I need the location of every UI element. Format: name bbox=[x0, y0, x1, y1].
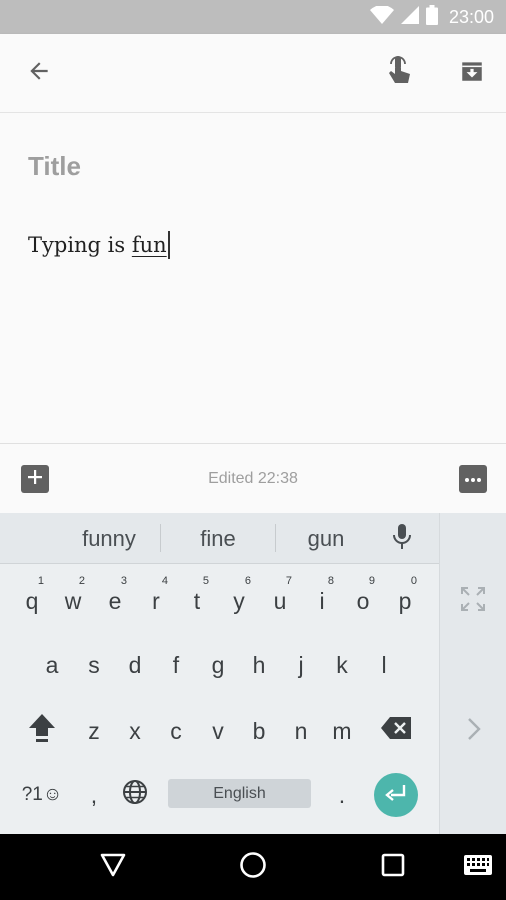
nav-recents-button[interactable] bbox=[374, 848, 412, 886]
suggestion-1[interactable]: funny bbox=[48, 513, 170, 563]
note-body-composing-word: fun bbox=[131, 233, 167, 257]
keyboard-main: funny fine gun 1q 2w 3e 4r 5t 6y 7u 8i 9… bbox=[0, 513, 439, 834]
space-bar[interactable]: English bbox=[168, 779, 311, 808]
note-editor: Title Typing is fun bbox=[0, 113, 506, 443]
key-x[interactable]: x bbox=[115, 701, 155, 761]
key-z[interactable]: z bbox=[74, 701, 114, 761]
key-g[interactable]: g bbox=[198, 635, 238, 695]
key-i[interactable]: 8i bbox=[302, 571, 342, 631]
wifi-icon bbox=[369, 4, 394, 29]
backspace-icon bbox=[381, 717, 411, 745]
globe-icon bbox=[122, 779, 148, 811]
edited-timestamp: Edited 22:38 bbox=[208, 470, 298, 487]
nav-keyboard-switch-button[interactable] bbox=[459, 848, 497, 886]
status-time: 23:00 bbox=[448, 6, 494, 27]
comma-key[interactable]: , bbox=[74, 765, 114, 825]
language-switch-key[interactable] bbox=[115, 765, 155, 825]
reminder-gesture-button[interactable] bbox=[380, 54, 418, 92]
key-c[interactable]: c bbox=[156, 701, 196, 761]
key-q[interactable]: 1q bbox=[12, 571, 52, 631]
suggestion-strip: funny fine gun bbox=[0, 513, 439, 564]
note-title-field[interactable]: Title bbox=[28, 151, 81, 182]
text-cursor bbox=[167, 231, 170, 259]
navigation-bar bbox=[0, 834, 506, 900]
nav-home-button[interactable] bbox=[234, 848, 272, 886]
key-r[interactable]: 4r bbox=[136, 571, 176, 631]
key-e[interactable]: 3e bbox=[95, 571, 135, 631]
keyboard-side-panel bbox=[439, 513, 506, 834]
home-circle-icon bbox=[239, 851, 267, 884]
key-u[interactable]: 7u bbox=[260, 571, 300, 631]
shift-arrow-icon bbox=[28, 712, 56, 750]
chevron-right-icon bbox=[467, 717, 481, 746]
enter-key[interactable] bbox=[374, 773, 418, 817]
period-key[interactable]: . bbox=[322, 765, 362, 825]
key-a[interactable]: a bbox=[32, 635, 72, 695]
expand-keyboard-button[interactable] bbox=[457, 585, 489, 617]
microphone-icon bbox=[392, 523, 412, 556]
key-w[interactable]: 2w bbox=[53, 571, 93, 631]
key-h[interactable]: h bbox=[239, 635, 279, 695]
touch-gesture-icon bbox=[386, 55, 412, 91]
signal-icon bbox=[400, 5, 419, 29]
key-o[interactable]: 9o bbox=[343, 571, 383, 631]
note-body-text: Typing is bbox=[28, 233, 132, 257]
key-l[interactable]: l bbox=[364, 635, 404, 695]
key-y[interactable]: 6y bbox=[219, 571, 259, 631]
key-b[interactable]: b bbox=[239, 701, 279, 761]
key-d[interactable]: d bbox=[115, 635, 155, 695]
note-body-field[interactable]: Typing is fun bbox=[28, 231, 170, 259]
enter-return-icon bbox=[384, 784, 408, 807]
key-v[interactable]: v bbox=[198, 701, 238, 761]
backspace-key[interactable] bbox=[374, 701, 418, 761]
back-triangle-icon bbox=[100, 853, 126, 882]
key-t[interactable]: 5t bbox=[177, 571, 217, 631]
nav-back-button[interactable] bbox=[94, 848, 132, 886]
shift-key[interactable] bbox=[20, 701, 64, 761]
add-content-button[interactable] bbox=[21, 465, 49, 493]
key-n[interactable]: n bbox=[281, 701, 321, 761]
more-options-button[interactable] bbox=[459, 465, 487, 493]
suggestion-2[interactable]: fine bbox=[161, 513, 275, 563]
suggestion-3[interactable]: gun bbox=[276, 513, 376, 563]
toolbar bbox=[0, 34, 506, 113]
archive-icon bbox=[459, 58, 485, 89]
back-button[interactable] bbox=[20, 54, 58, 92]
more-icon bbox=[464, 470, 482, 488]
keyboard-switch-icon bbox=[464, 854, 492, 880]
key-f[interactable]: f bbox=[156, 635, 196, 695]
key-m[interactable]: m bbox=[322, 701, 362, 761]
key-p[interactable]: 0p bbox=[385, 571, 425, 631]
status-icons: 23:00 bbox=[369, 0, 494, 34]
cursor-right-button[interactable] bbox=[460, 715, 488, 747]
key-j[interactable]: j bbox=[281, 635, 321, 695]
expand-arrows-icon bbox=[460, 586, 486, 617]
add-box-icon bbox=[27, 469, 43, 490]
editor-bottom-bar: Edited 22:38 bbox=[0, 443, 506, 514]
battery-icon bbox=[425, 4, 438, 30]
symbols-key[interactable]: ?1☺ bbox=[20, 765, 64, 825]
key-s[interactable]: s bbox=[74, 635, 114, 695]
arrow-back-icon bbox=[26, 58, 52, 89]
key-k[interactable]: k bbox=[322, 635, 362, 695]
archive-button[interactable] bbox=[453, 54, 491, 92]
voice-input-button[interactable] bbox=[386, 523, 418, 555]
soft-keyboard: funny fine gun 1q 2w 3e 4r 5t 6y 7u 8i 9… bbox=[0, 513, 506, 834]
recents-square-icon bbox=[381, 853, 405, 882]
status-bar: 23:00 bbox=[0, 0, 506, 34]
